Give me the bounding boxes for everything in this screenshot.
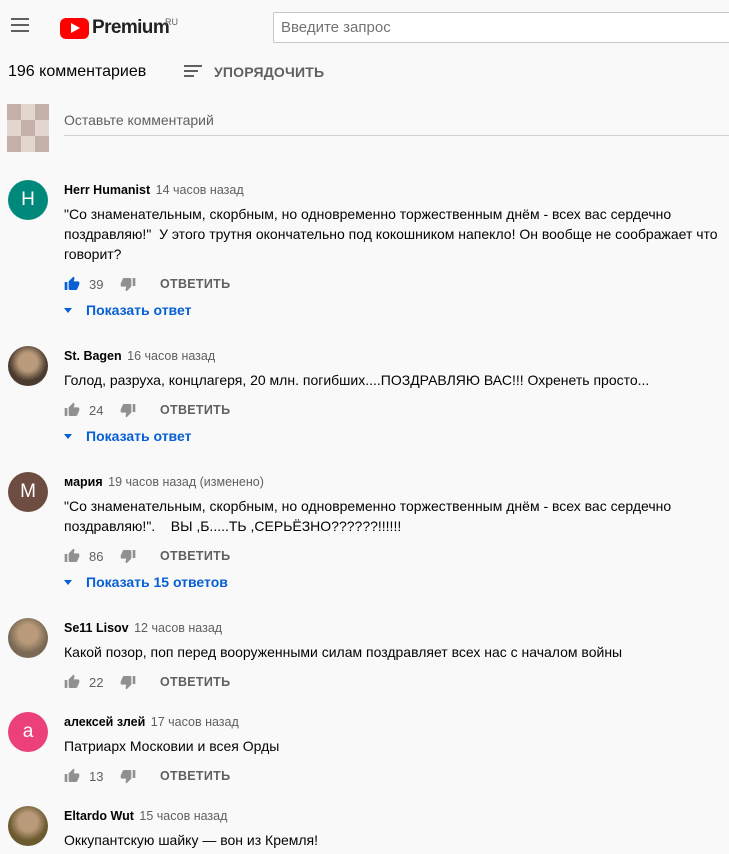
comment-author[interactable]: Eltardo Wut — [64, 809, 134, 823]
comment-text: Голод, разруха, концлагеря, 20 млн. поги… — [64, 372, 650, 388]
comment-actions: 13 ОТВЕТИТЬ — [64, 766, 230, 786]
caret-down-icon — [64, 307, 72, 313]
comment-time[interactable]: 19 часов назад (изменено) — [108, 475, 264, 489]
reply-button[interactable]: ОТВЕТИТЬ — [160, 549, 230, 563]
show-replies-label: Показать ответ — [86, 428, 192, 444]
like-count: 22 — [89, 674, 104, 690]
reply-button[interactable]: ОТВЕТИТЬ — [160, 403, 230, 417]
caret-down-icon — [64, 579, 72, 585]
comment-actions: 86 ОТВЕТИТЬ — [64, 546, 230, 566]
like-count: 24 — [89, 402, 104, 418]
comment-author[interactable]: Se11 Lisov — [64, 621, 129, 635]
comment-author[interactable]: St. Bagen — [64, 349, 122, 363]
avatar[interactable] — [8, 346, 48, 386]
comment-text: "Со знаменательным, скорбным, но одновре… — [64, 498, 672, 534]
comment-time[interactable]: 12 часов назад — [134, 621, 222, 635]
comment-meta: Eltardo Wut 15 часов назад — [64, 809, 227, 823]
thumbs-down-icon[interactable] — [120, 276, 136, 292]
thumbs-up-icon[interactable] — [64, 768, 80, 784]
thumbs-up-icon[interactable] — [64, 674, 80, 690]
comment-time[interactable]: 16 часов назад — [127, 349, 215, 363]
logo-text: Premium — [92, 17, 170, 38]
add-comment-field[interactable] — [64, 108, 729, 136]
comment-meta: Se11 Lisov 12 часов назад — [64, 621, 222, 635]
comment-text: Какой позор, поп перед вооруженными сила… — [64, 644, 623, 660]
comment-author[interactable]: мария — [64, 475, 103, 489]
avatar[interactable]: а — [8, 712, 48, 752]
comment-author[interactable]: алексей злей — [64, 715, 145, 729]
thumbs-up-icon[interactable] — [64, 548, 80, 564]
like-count: 39 — [89, 276, 104, 292]
thumbs-down-icon[interactable] — [120, 548, 136, 564]
avatar[interactable] — [8, 806, 48, 846]
sort-label: УПОРЯДОЧИТЬ — [214, 64, 325, 80]
reply-button[interactable]: ОТВЕТИТЬ — [160, 769, 230, 783]
comment-author[interactable]: Herr Humanist — [64, 183, 150, 197]
avatar[interactable]: H — [8, 180, 48, 220]
comment-text: Патриарх Московии и всея Орды — [64, 738, 280, 754]
top-bar: Premium RU — [0, 0, 729, 58]
comment-meta: мария 19 часов назад (изменено) — [64, 475, 264, 489]
comment-time[interactable]: 15 часов назад — [139, 809, 227, 823]
comment-time[interactable]: 14 часов назад — [156, 183, 244, 197]
comment-text: Оккупантскую шайку — вон из Кремля! — [64, 832, 319, 848]
thumbs-up-icon[interactable] — [64, 276, 80, 292]
show-replies-button[interactable]: Показать 15 ответов — [64, 574, 228, 590]
show-replies-label: Показать ответ — [86, 302, 192, 318]
reply-button[interactable]: ОТВЕТИТЬ — [160, 277, 230, 291]
caret-down-icon — [64, 433, 72, 439]
logo-region: RU — [165, 17, 178, 27]
comment-actions: 22 ОТВЕТИТЬ — [64, 672, 230, 692]
comment-actions: 24 ОТВЕТИТЬ — [64, 400, 230, 420]
thumbs-down-icon[interactable] — [120, 402, 136, 418]
avatar[interactable]: М — [8, 472, 48, 512]
youtube-premium-logo[interactable]: Premium RU — [60, 17, 178, 39]
like-count: 13 — [89, 768, 104, 784]
show-replies-button[interactable]: Показать ответ — [64, 302, 191, 318]
comment-meta: Herr Humanist 14 часов назад — [64, 183, 244, 197]
search-input[interactable] — [274, 13, 729, 42]
youtube-play-icon — [60, 17, 89, 39]
reply-button[interactable]: ОТВЕТИТЬ — [160, 675, 230, 689]
comment-actions: 39 ОТВЕТИТЬ — [64, 274, 230, 294]
like-count: 86 — [89, 548, 104, 564]
menu-icon[interactable] — [10, 18, 30, 36]
show-replies-label: Показать 15 ответов — [86, 574, 228, 590]
comment-text: "Со знаменательным, скорбным, но одновре… — [64, 206, 718, 262]
add-comment-input[interactable] — [64, 108, 729, 132]
thumbs-up-icon[interactable] — [64, 402, 80, 418]
search-box[interactable] — [273, 12, 729, 43]
thumbs-down-icon[interactable] — [120, 768, 136, 784]
avatar[interactable] — [8, 618, 48, 658]
comment-meta: St. Bagen 16 часов назад — [64, 349, 215, 363]
show-replies-button[interactable]: Показать ответ — [64, 428, 191, 444]
thumbs-down-icon[interactable] — [120, 674, 136, 690]
comment-meta: алексей злей 17 часов назад — [64, 715, 239, 729]
my-avatar — [7, 104, 49, 152]
sort-icon — [184, 65, 202, 79]
comment-count: 196 комментариев — [8, 63, 147, 80]
sort-button[interactable]: УПОРЯДОЧИТЬ — [184, 61, 324, 83]
comment-time[interactable]: 17 часов назад — [151, 715, 239, 729]
